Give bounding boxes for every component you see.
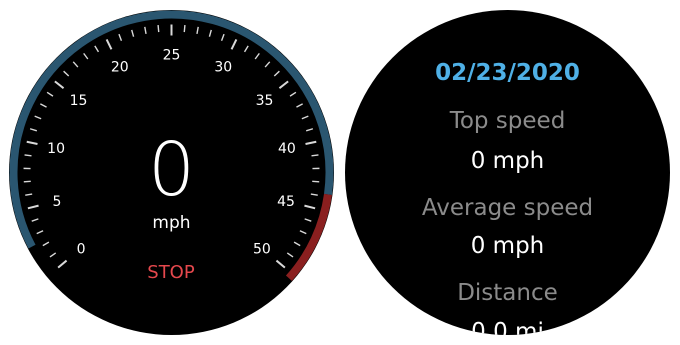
tick-label: 30 [214, 59, 232, 75]
trip-date: 02/23/2020 [435, 60, 580, 86]
tick-label: 35 [256, 93, 274, 109]
speed-unit: mph [152, 213, 191, 233]
minor-tick [63, 70, 70, 77]
tick-label: 50 [253, 241, 271, 257]
minor-tick [157, 25, 160, 33]
major-tick [230, 39, 238, 50]
minor-tick [286, 252, 294, 258]
minor-tick [293, 241, 301, 247]
average-speed-label: Average speed [421, 195, 594, 221]
minor-tick [40, 103, 47, 108]
minor-tick [243, 45, 249, 53]
minor-tick [301, 115, 309, 120]
minor-tick [34, 115, 42, 120]
minor-tick [196, 26, 199, 34]
minor-tick [208, 29, 212, 37]
tick-label: 20 [111, 59, 129, 75]
minor-tick [144, 26, 147, 34]
minor-tick [220, 33, 225, 41]
major-tick [278, 80, 289, 89]
top-speed-label: Top speed [449, 108, 566, 134]
minor-tick [94, 45, 100, 53]
tick-label: 0 [77, 241, 86, 257]
speedometer-watch-face: 0 5 10 15 20 25 30 35 40 45 50 0 mph STOP [9, 10, 334, 335]
stop-button[interactable]: STOP [121, 259, 221, 287]
current-speed: 0 [147, 127, 196, 213]
minor-tick [183, 25, 186, 33]
minor-tick [118, 33, 123, 41]
major-tick [54, 80, 65, 89]
minor-tick [264, 61, 271, 68]
tick-label: 25 [163, 48, 181, 64]
minor-tick [72, 61, 79, 68]
minor-tick [289, 91, 297, 97]
major-tick [57, 259, 68, 269]
minor-tick [296, 103, 303, 108]
average-speed-value: 0 mph [470, 233, 545, 259]
minor-tick [83, 52, 89, 60]
trip-summary-watch-face: 02/23/2020 Top speed 0 mph Average speed… [345, 10, 670, 335]
minor-tick [49, 252, 57, 258]
major-tick [275, 259, 286, 269]
top-speed-value: 0 mph [470, 148, 545, 174]
minor-tick [273, 70, 280, 77]
minor-tick [254, 52, 260, 60]
distance-value: 0.0 mi [471, 319, 544, 335]
tick-label: 15 [70, 93, 88, 109]
minor-tick [46, 91, 54, 97]
major-tick [105, 39, 113, 50]
distance-label: Distance [457, 280, 558, 306]
minor-tick [131, 29, 135, 37]
minor-tick [42, 241, 50, 247]
location-pin-icon [10, 11, 30, 39]
